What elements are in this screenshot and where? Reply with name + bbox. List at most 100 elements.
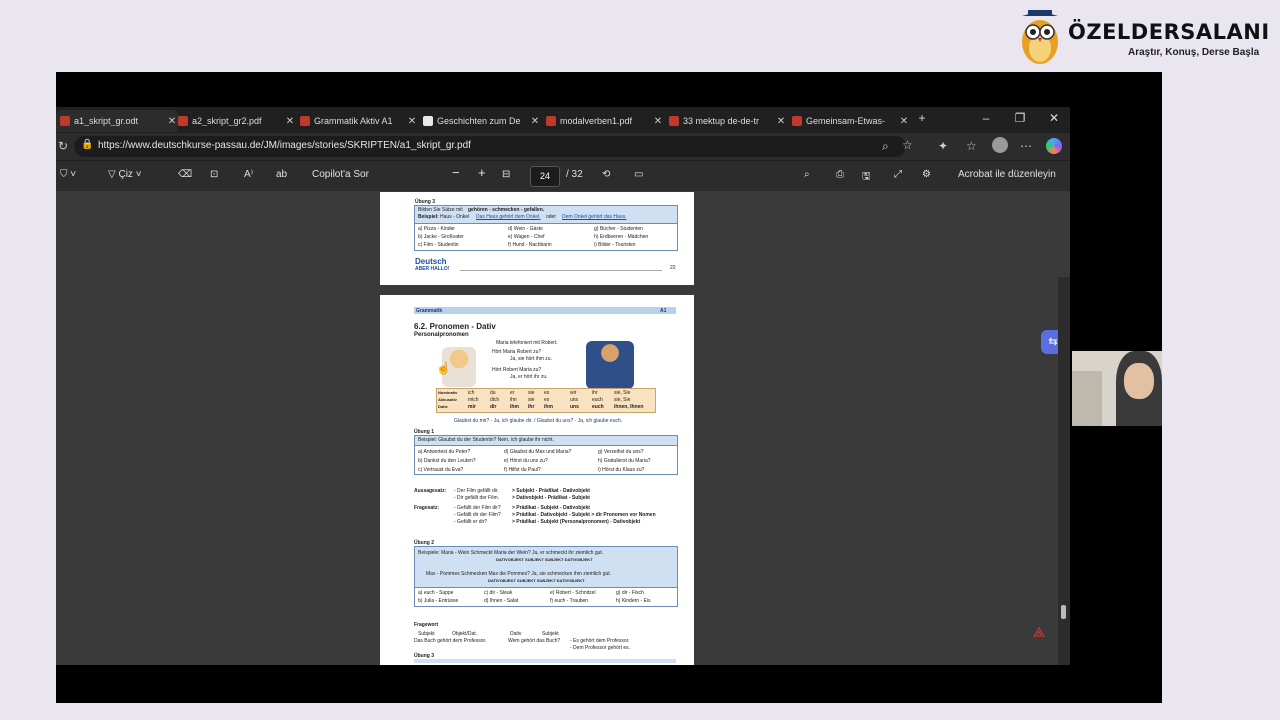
search-icon[interactable]: ⌕	[804, 169, 810, 180]
table-cell: dir	[490, 404, 497, 410]
close-icon[interactable]: ✕	[284, 116, 296, 127]
highlight-icon[interactable]: ⛉ ˅	[60, 169, 76, 180]
logo-aber-hallo: ABER HALLO!	[415, 266, 450, 272]
fit-page-icon[interactable]: ⊟	[502, 169, 510, 180]
table-cell: ihnen, Ihnen	[614, 404, 644, 410]
pdf-icon	[178, 116, 188, 126]
ex3-box	[414, 659, 676, 663]
pdf-icon	[546, 116, 556, 126]
save-icon[interactable]: 🖫	[862, 169, 871, 186]
hand-cursor-icon: ☝	[436, 361, 451, 375]
url-text: https://www.deutschkurse-passau.de/JM/im…	[98, 140, 471, 151]
table-cell: es	[544, 397, 550, 403]
print-icon[interactable]: ⎙	[836, 169, 844, 180]
table-row-label: Nominativ	[438, 390, 458, 395]
restore-icon[interactable]: ❐	[1010, 111, 1030, 125]
tab-1[interactable]: a1_skript_gr.odt ✕	[56, 110, 178, 132]
new-tab-icon[interactable]: +	[912, 111, 932, 125]
pdf-toolbar: ⛉ ˅ ▽ Çiz ˅ ⌫ ⊡ A⁾ ab Copilot'a Sor − + …	[56, 161, 1070, 192]
favorite-star-icon[interactable]: ☆	[902, 138, 913, 152]
brand-logo: ÖZELDERSALANI Araştır, Konuş, Derse Başl…	[1018, 10, 1270, 70]
page-view-icon[interactable]: ▭	[634, 169, 643, 180]
pdf-icon	[669, 116, 679, 126]
table-cell: ihm	[544, 404, 553, 410]
url-field[interactable]: 🔒 https://www.deutschkurse-passau.de/JM/…	[74, 136, 913, 157]
table-cell: sie, Sie	[614, 390, 631, 396]
copilot-icon[interactable]	[1046, 138, 1062, 154]
profile-avatar[interactable]	[992, 137, 1008, 153]
tab-2[interactable]: a2_skript_gr2.pdf ✕	[174, 110, 296, 132]
table-cell: mir	[468, 404, 476, 410]
subtitle: Personalpronomen	[414, 332, 469, 338]
page-total: / 32	[566, 169, 583, 180]
reload-icon[interactable]: ↻	[58, 139, 68, 153]
close-icon[interactable]: ✕	[652, 116, 664, 127]
copilot-ask-button[interactable]: Copilot'a Sor	[312, 169, 369, 180]
pdf-page-22: Übung 3 Bilden Sie Sätze mit gehören - s…	[380, 192, 694, 285]
table-row-label: Akkusativ	[438, 397, 457, 402]
table-cell: es	[544, 390, 550, 396]
scrollbar[interactable]	[1058, 277, 1070, 665]
zoom-in-icon[interactable]: +	[478, 165, 486, 180]
man-phone-illustration	[586, 341, 634, 389]
tab-3[interactable]: Grammatik Aktiv A1 ✕	[296, 110, 418, 132]
table-row-label: Dativ	[438, 404, 448, 409]
page-number-input[interactable]: 24	[530, 166, 560, 187]
table-cell: ihr	[592, 390, 598, 396]
table-cell: ihm	[510, 404, 519, 410]
zoom-icon[interactable]: ⌕	[882, 139, 889, 154]
more-menu-icon[interactable]: ⋯	[1020, 139, 1032, 153]
tab-7[interactable]: Gemeinsam-Etwas- ✕	[788, 110, 910, 132]
favorites-icon[interactable]: ☆	[966, 139, 977, 153]
table-cell: er	[510, 390, 515, 396]
extensions-icon[interactable]: ✦	[938, 139, 948, 153]
tab-6[interactable]: 33 mektup de-de-tr ✕	[665, 110, 787, 132]
pdf-viewer[interactable]: Übung 3 Bilden Sie Sätze mit gehören - s…	[56, 192, 1070, 665]
table-cell: du	[490, 390, 496, 396]
table-cell: euch	[592, 397, 603, 403]
webcam-video	[1072, 351, 1162, 426]
tab-5[interactable]: modalverben1.pdf ✕	[542, 110, 664, 132]
logo-deutsch: Deutsch	[415, 257, 447, 266]
zoom-out-icon[interactable]: −	[452, 165, 460, 180]
minimize-icon[interactable]: –	[976, 111, 996, 125]
acrobat-edit-button[interactable]: Acrobat ile düzenleyin	[958, 169, 1056, 180]
pdf-icon	[300, 116, 310, 126]
table-cell: ihn	[510, 397, 517, 403]
close-window-icon[interactable]: ✕	[1044, 111, 1064, 125]
section-title: 6.2. Pronomen - Dativ	[414, 322, 496, 331]
text-box-icon[interactable]: ⊡	[210, 169, 218, 180]
read-aloud-icon[interactable]: A⁾	[244, 169, 253, 180]
tab-bar: a1_skript_gr.odt ✕ a2_skript_gr2.pdf ✕ Gra…	[56, 107, 1070, 132]
tab-4[interactable]: Geschichten zum De ✕	[419, 110, 541, 132]
settings-gear-icon[interactable]: ⚙	[922, 169, 931, 180]
table-cell: sie, Sie	[614, 397, 631, 403]
table-cell: ihr	[528, 404, 535, 410]
lock-icon[interactable]: 🔒	[81, 139, 93, 150]
table-cell: sie	[528, 397, 535, 403]
brand-title: ÖZELDERSALANI	[1068, 20, 1270, 44]
footer-rule	[460, 270, 662, 271]
scrollbar-thumb[interactable]	[1061, 605, 1066, 619]
translate-icon[interactable]: ab	[276, 169, 287, 180]
close-icon[interactable]: ✕	[898, 116, 910, 127]
rotate-icon[interactable]: ⟲	[602, 169, 610, 180]
fullscreen-icon[interactable]: ⤢	[894, 169, 902, 180]
eraser-icon[interactable]: ⌫	[178, 169, 192, 180]
browser-window: a1_skript_gr.odt ✕ a2_skript_gr2.pdf ✕ Gra…	[56, 107, 1070, 665]
close-icon[interactable]: ✕	[406, 116, 418, 127]
table-cell: mich	[468, 397, 479, 403]
brand-tagline: Araştır, Konuş, Derse Başla	[1128, 47, 1260, 58]
draw-button[interactable]: ▽ Çiz ˅	[108, 169, 142, 180]
table-cell: ich	[468, 390, 475, 396]
close-icon[interactable]: ✕	[529, 116, 541, 127]
acrobat-icon[interactable]: ⟁	[1030, 624, 1048, 642]
document-icon	[423, 116, 433, 126]
pdf-page-current: Grammatik A1 6.2. Pronomen - Dativ Perso…	[380, 295, 694, 665]
close-icon[interactable]: ✕	[775, 116, 787, 127]
grammar-header-bar	[414, 307, 676, 314]
table-cell: uns	[570, 404, 579, 410]
table-cell: wir	[570, 390, 577, 396]
dative-note: Glaubst du mir? - Ja, ich glaube dir. / …	[454, 418, 623, 424]
table-cell: euch	[592, 404, 604, 410]
